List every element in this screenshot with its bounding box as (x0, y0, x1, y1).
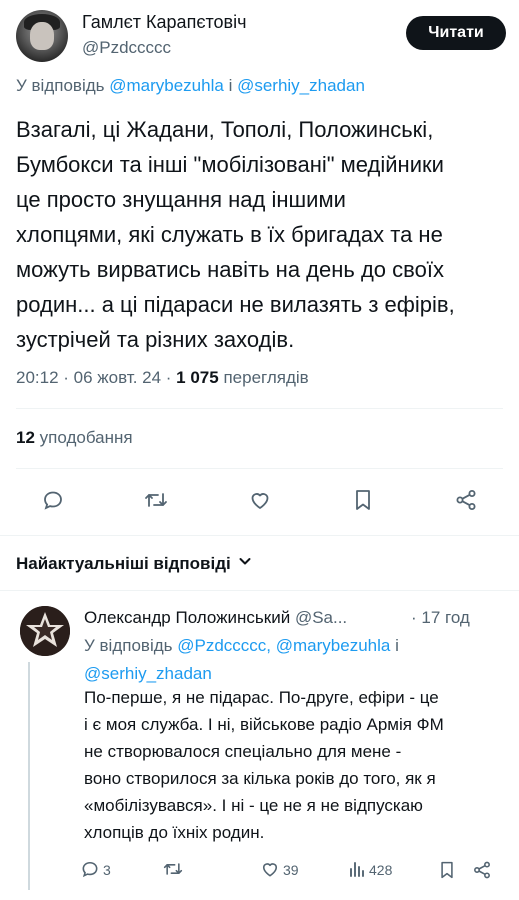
reply-text-line: і є моя служба. І ні, військове радіо Ар… (84, 715, 444, 734)
divider (0, 535, 519, 536)
avatar-face (30, 22, 54, 50)
reply-prefix: У відповідь (84, 636, 173, 655)
tweet-text-line: зустрічей та різних заходів. (16, 327, 295, 352)
reply-text: По-перше, я не підарас. По-друге, ефіри … (84, 684, 514, 846)
tweet-text-line: хлопцями, які служать в їх бригадах та н… (16, 222, 443, 247)
reply-retweet-button[interactable] (162, 856, 187, 884)
divider (0, 590, 519, 591)
share-icon[interactable] (472, 856, 492, 884)
views-label: переглядів (223, 368, 309, 387)
reply-views-button[interactable]: 428 (348, 856, 392, 884)
mention-link[interactable]: @serhiy_zhadan (237, 76, 365, 95)
reply-avatar[interactable] (20, 606, 70, 656)
retweet-icon[interactable] (141, 485, 171, 515)
retweet-icon (162, 859, 184, 882)
reply-like-button[interactable]: 39 (260, 856, 299, 884)
like-icon (260, 859, 280, 882)
divider (16, 408, 503, 409)
tweet-text: Взагалі, ці Жадани, Тополі, Положинські,… (16, 112, 511, 357)
mention-link[interactable]: @marybezuhla (276, 636, 391, 655)
reply-text-line: хлопців до їхніх родин. (84, 823, 265, 842)
tweet-time[interactable]: 20:12 (16, 368, 59, 387)
bookmark-icon[interactable] (438, 856, 456, 884)
reply-prefix: У відповідь (16, 76, 105, 95)
author-handle[interactable]: @Pzdccccc (82, 38, 171, 58)
mention-link[interactable]: @marybezuhla (109, 76, 224, 95)
tweet-text-line: це просто знущання над іншими (16, 187, 346, 212)
follow-button[interactable]: Читати (406, 16, 506, 50)
tweet-text-line: Бумбокси та інші "мобілізовані" медійник… (16, 152, 444, 177)
views-count: 428 (369, 862, 393, 878)
reply-icon[interactable] (38, 485, 68, 515)
reply-and: і (395, 636, 399, 655)
likes-count: 12 (16, 428, 35, 447)
divider (16, 468, 503, 469)
reply-text-line: воно створилося за кілька років до того,… (84, 769, 436, 788)
like-count: 39 (283, 862, 299, 878)
reply-text-line: «мобілізувався». І ні - це не я не відпу… (84, 796, 423, 815)
reply-count: 3 (103, 862, 111, 878)
tweet-author: Гамлєт Карапєтовіч @Pzdccccc Читати (16, 8, 506, 64)
reply-replying-to: У відповідь @Pzdccccc, @marybezuhla і @s… (84, 632, 504, 688)
reply-icon (80, 859, 100, 882)
replies-sort-toggle[interactable]: Найактуальніші відповіді (16, 553, 253, 574)
reply-author-handle[interactable]: @Sa... (295, 608, 347, 627)
views-count: 1 075 (176, 368, 219, 387)
like-icon[interactable] (245, 485, 275, 515)
author-name[interactable]: Гамлєт Карапєтовіч (82, 12, 247, 33)
thread-line (28, 662, 30, 890)
tweet-meta: 20:12 · 06 жовт. 24 · 1 075 переглядів (16, 368, 309, 388)
tweet-actions (16, 480, 503, 520)
tweet-date[interactable]: 06 жовт. 24 (74, 368, 161, 387)
reply-text-line: По-перше, я не підарас. По-друге, ефіри … (84, 688, 439, 707)
tweet-text-line: Взагалі, ці Жадани, Тополі, Положинські, (16, 117, 434, 142)
meta-dot: · (165, 368, 177, 387)
mention-link[interactable]: @Pzdccccc, (177, 636, 271, 655)
reply-text-line: не створювалося спеціально для мене - (84, 742, 402, 761)
replying-to: У відповідь @marybezuhla і @serhiy_zhada… (16, 76, 365, 96)
reply-and: і (228, 76, 233, 95)
author-avatar[interactable] (16, 10, 68, 62)
mention-link[interactable]: @serhiy_zhadan (84, 664, 212, 683)
meta-dot: · (63, 368, 74, 387)
replies-heading: Найактуальніші відповіді (16, 553, 231, 573)
chevron-down-icon (237, 553, 253, 574)
reply-reply-button[interactable]: 3 (80, 856, 111, 884)
reply-actions: 3 39 428 (80, 856, 500, 884)
likes-summary[interactable]: 12 уподобання (16, 428, 133, 448)
likes-label: уподобання (39, 428, 133, 447)
reply-author-name[interactable]: Олександр Положинський (84, 608, 290, 627)
share-icon[interactable] (451, 485, 481, 515)
reply-time[interactable]: · 17 год (411, 608, 470, 628)
views-icon (348, 859, 366, 882)
bookmark-icon[interactable] (348, 485, 378, 515)
tweet-text-line: родин... а ці підараси не вилазять з ефі… (16, 292, 455, 317)
tweet-text-line: можуть вирватись навіть на день до своїх (16, 257, 444, 282)
